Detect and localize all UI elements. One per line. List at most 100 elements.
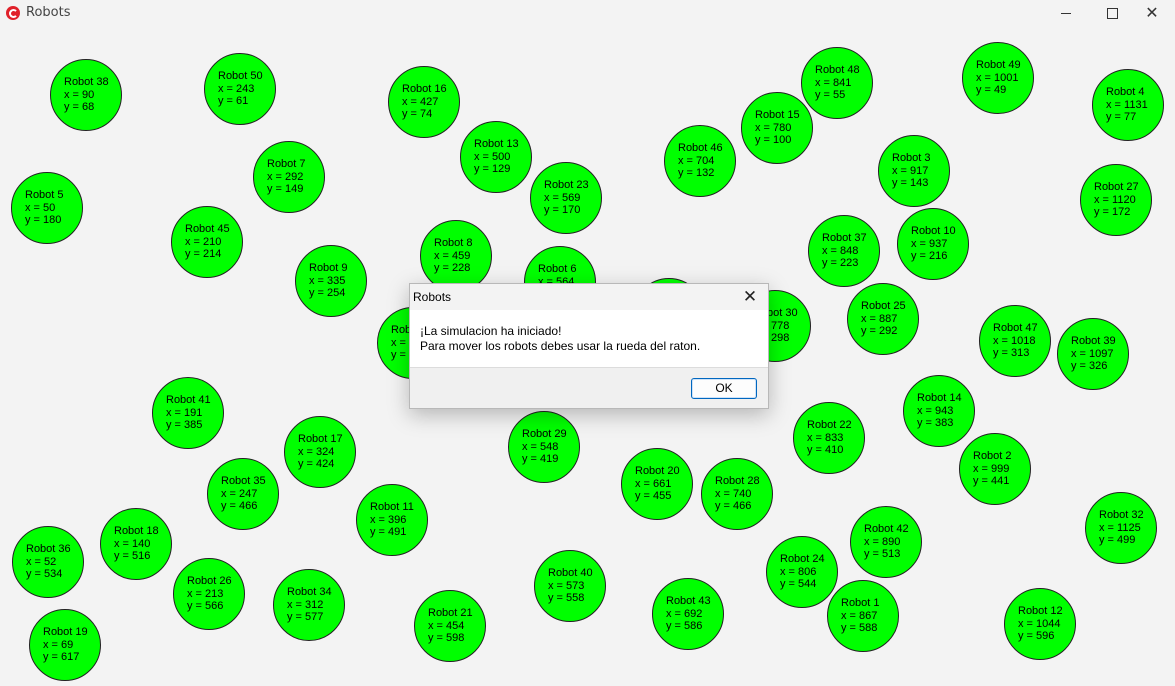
robot-label: Robot 19 x = 69 y = 617 xyxy=(43,626,88,664)
robot-name: Robot 11 xyxy=(370,501,414,513)
robot-name: Robot 21 xyxy=(428,607,473,619)
robot-circle[interactable]: Robot 47 x = 1018 y = 313 xyxy=(979,305,1051,377)
robot-circle[interactable]: Robot 11 x = 396 y = 491 xyxy=(356,484,428,556)
robot-y: y = 419 xyxy=(522,453,559,465)
robot-name: Robot 18 xyxy=(114,525,159,537)
robot-circle[interactable]: Robot 45 x = 210 y = 214 xyxy=(171,206,243,278)
robot-circle[interactable]: Robot 43 x = 692 y = 586 xyxy=(652,578,724,650)
robot-circle[interactable]: Robot 25 x = 887 y = 292 xyxy=(847,283,919,355)
robot-name: Robot 40 xyxy=(548,567,593,579)
close-window-button[interactable]: ✕ xyxy=(1129,0,1175,26)
robot-name: Robot 1 xyxy=(841,597,880,609)
robot-circle[interactable]: Robot 14 x = 943 y = 383 xyxy=(903,375,975,447)
minimize-icon xyxy=(1061,12,1071,14)
robot-circle[interactable]: Robot 50 x = 243 y = 61 xyxy=(204,53,276,125)
robot-label: Robot 27 x = 1120 y = 172 xyxy=(1094,181,1139,219)
robot-label: Robot 37 x = 848 y = 223 xyxy=(822,232,867,270)
robot-name: Robot 42 xyxy=(864,523,909,535)
robot-x: x = 569 xyxy=(544,191,581,204)
robot-circle[interactable]: Robot 42 x = 890 y = 513 xyxy=(850,506,922,578)
robot-name: Robot 50 xyxy=(218,70,263,82)
robot-circle[interactable]: Robot 26 x = 213 y = 566 xyxy=(173,558,245,630)
robot-x: x = 140 xyxy=(114,537,151,550)
robot-circle[interactable]: Robot 41 x = 191 y = 385 xyxy=(152,377,224,449)
robot-x: x = 1097 xyxy=(1071,347,1114,360)
robot-circle[interactable]: Robot 3x = 917 y = 143 xyxy=(878,135,950,207)
robot-y: y = 214 xyxy=(185,248,222,260)
dialog-close-button[interactable]: ✕ xyxy=(740,287,760,307)
robot-x: x = 69 xyxy=(43,638,74,651)
robot-name: Robot 41 xyxy=(166,394,211,406)
robot-name: Robot 26 xyxy=(187,575,232,587)
robot-circle[interactable]: Robot 48 x = 841 y = 55 xyxy=(801,47,873,119)
robot-circle[interactable]: Robot 22 x = 833 y = 410 xyxy=(793,402,865,474)
robot-circle[interactable]: Robot 34 x = 312 y = 577 xyxy=(273,569,345,641)
robot-circle[interactable]: Robot 28 x = 740 y = 466 xyxy=(701,458,773,530)
robot-label: Robot 5x = 50 y = 180 xyxy=(25,189,64,227)
minimize-button[interactable] xyxy=(1043,0,1089,26)
robot-name: Robot 20 xyxy=(635,465,680,477)
robot-circle[interactable]: Robot 46 x = 704 y = 132 xyxy=(664,125,736,197)
robot-circle[interactable]: Robot 40 x = 573 y = 558 xyxy=(534,550,606,622)
robot-name: Robot 19 xyxy=(43,626,88,638)
robot-label: Robot 42 x = 890 y = 513 xyxy=(864,523,909,561)
robot-y: y = 326 xyxy=(1071,360,1108,372)
ok-button[interactable]: OK xyxy=(691,378,757,399)
robot-name: Robot 12 xyxy=(1018,605,1063,617)
robot-x: x = 806 xyxy=(780,565,817,578)
robot-circle[interactable]: Robot 23 x = 569 y = 170 xyxy=(530,162,602,234)
robot-circle[interactable]: Robot 5x = 50 y = 180 xyxy=(11,172,83,244)
robot-circle[interactable]: Robot 27 x = 1120 y = 172 xyxy=(1080,164,1152,236)
window-titlebar: Robots ✕ xyxy=(0,0,1175,26)
robot-circle[interactable]: Robot 39 x = 1097 y = 326 xyxy=(1057,318,1129,390)
robot-x: x = 459 xyxy=(434,249,471,262)
robot-circle[interactable]: Robot 18 x = 140 y = 516 xyxy=(100,508,172,580)
robot-circle[interactable]: Robot 7x = 292 y = 149 xyxy=(253,141,325,213)
robot-y: y = 223 xyxy=(822,257,859,269)
robot-circle[interactable]: Robot 49 x = 1001 y = 49 xyxy=(962,42,1034,114)
robot-label: Robot 7x = 292 y = 149 xyxy=(267,158,306,196)
robot-circle[interactable]: Robot 12 x = 1044 y = 596 xyxy=(1004,588,1076,660)
close-icon: ✕ xyxy=(1145,3,1159,22)
robot-circle[interactable]: Robot 8x = 459 y = 228 xyxy=(420,220,492,292)
robot-label: Robot 13 x = 500 y = 129 xyxy=(474,138,519,176)
robot-circle[interactable]: Robot 4x = 1131 y = 77 xyxy=(1092,69,1164,141)
robot-circle[interactable]: Robot 16 x = 427 y = 74 xyxy=(388,66,460,138)
robot-circle[interactable]: Robot 1x = 867 y = 588 xyxy=(827,580,899,652)
robot-label: Robot 23 x = 569 y = 170 xyxy=(544,179,589,217)
robot-circle[interactable]: Robot 21 x = 454 y = 598 xyxy=(414,590,486,662)
robot-x: x = 90 xyxy=(64,88,95,101)
robot-circle[interactable]: Robot 13 x = 500 y = 129 xyxy=(460,121,532,193)
robot-circle[interactable]: Robot 32 x = 1125 y = 499 xyxy=(1085,492,1157,564)
robot-y: y = 424 xyxy=(298,458,335,470)
robot-circle[interactable]: Robot 37 x = 848 y = 223 xyxy=(808,215,880,287)
robot-y: y = 441 xyxy=(973,475,1010,487)
robot-name: Robot 24 xyxy=(780,553,825,565)
robot-name: Robot 35 xyxy=(221,475,266,487)
robot-y: y = 534 xyxy=(26,568,63,580)
robot-x: x = 454 xyxy=(428,619,465,632)
robot-circle[interactable]: Robot 15 x = 780 y = 100 xyxy=(741,92,813,164)
robot-label: Robot 29 x = 548 y = 419 xyxy=(522,428,567,466)
robot-y: y = 566 xyxy=(187,600,224,612)
robot-name: Robot 22 xyxy=(807,419,852,431)
robot-circle[interactable]: Robot 17 x = 324 y = 424 xyxy=(284,416,356,488)
robot-label: Robot 25 x = 887 y = 292 xyxy=(861,300,906,338)
robot-circle[interactable]: Robot 19 x = 69 y = 617 xyxy=(29,609,101,681)
robot-name: Robot 39 xyxy=(1071,335,1116,347)
robot-circle[interactable]: Robot 38 x = 90 y = 68 xyxy=(50,59,122,131)
robot-circle[interactable]: Robot 2x = 999 y = 441 xyxy=(959,433,1031,505)
robot-circle[interactable]: Robot 10 x = 937 y = 216 xyxy=(897,208,969,280)
robot-circle[interactable]: Robot 20 x = 661 y = 455 xyxy=(621,448,693,520)
robot-circle[interactable]: Robot 9x = 335 y = 254 xyxy=(295,245,367,317)
robot-label: Robot 4x = 1131 y = 77 xyxy=(1106,86,1148,124)
robot-circle[interactable]: Robot 24 x = 806 y = 544 xyxy=(766,536,838,608)
robot-circle[interactable]: Robot 36 x = 52 y = 534 xyxy=(12,526,84,598)
robot-name: Robot 49 xyxy=(976,59,1021,71)
robot-circle[interactable]: Robot 29 x = 548 y = 419 xyxy=(508,411,580,483)
robot-circle[interactable]: Robot 35 x = 247 y = 466 xyxy=(207,458,279,530)
robot-x: x = 704 xyxy=(678,154,715,167)
robot-x: x = 887 xyxy=(861,312,898,325)
robot-y: y = 598 xyxy=(428,632,465,644)
dialog-titlebar: Robots ✕ xyxy=(410,284,768,310)
